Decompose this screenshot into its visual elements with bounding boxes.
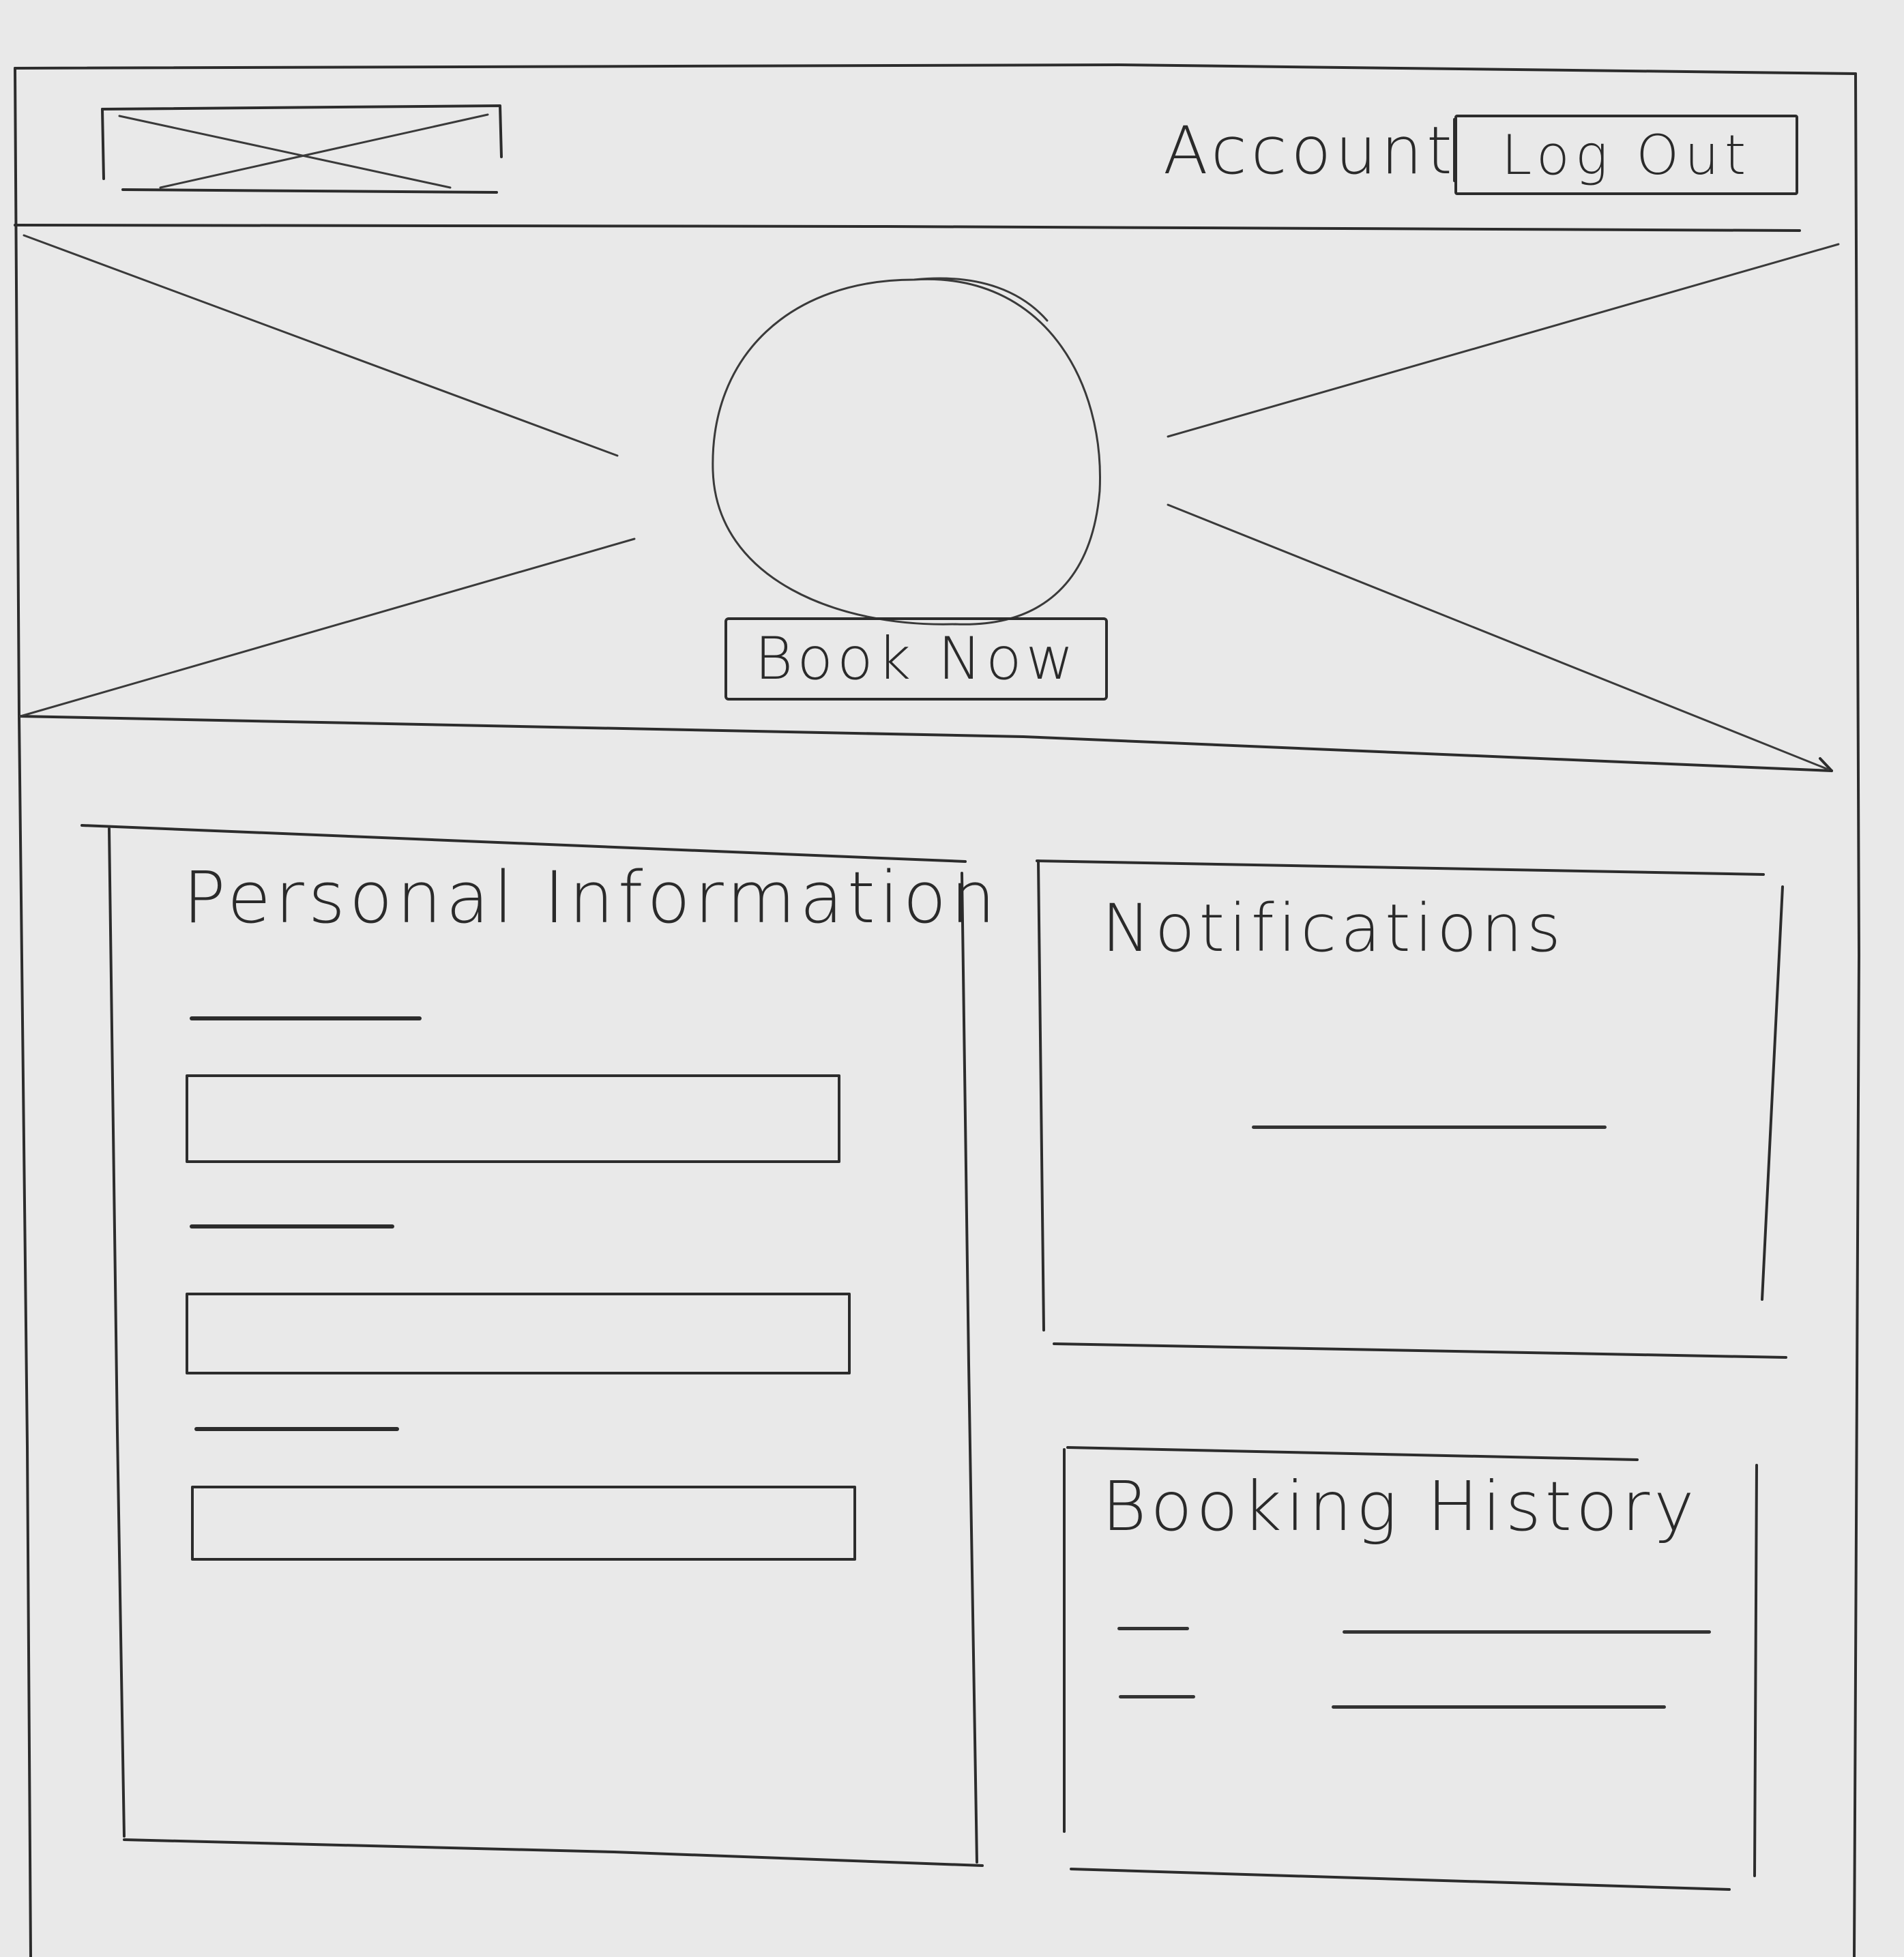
personal-info-field-label-3 <box>194 1427 399 1431</box>
booking-row-detail-1[interactable] <box>1343 1630 1711 1634</box>
account-link[interactable]: Account <box>1163 113 1456 189</box>
personal-information-title: Personal Information <box>183 856 1000 939</box>
personal-info-field-label-1 <box>190 1016 422 1020</box>
booking-row-date-1 <box>1117 1627 1189 1630</box>
logout-button[interactable]: Log Out <box>1454 115 1798 195</box>
book-now-button[interactable]: Book Now <box>724 617 1108 701</box>
personal-info-field-input-3[interactable] <box>191 1486 856 1561</box>
personal-info-field-input-1[interactable] <box>186 1074 840 1163</box>
logo-placeholder <box>101 104 503 194</box>
personal-info-field-input-2[interactable] <box>186 1293 851 1374</box>
page-border-top <box>14 63 1857 75</box>
booking-row-date-2 <box>1119 1695 1195 1698</box>
page-border-left <box>14 67 32 1957</box>
booking-history-title: Booking History <box>1102 1467 1699 1546</box>
header-divider <box>14 224 1801 232</box>
notification-item[interactable] <box>1252 1125 1607 1129</box>
wireframe-page: Account Log Out Book Now Personal Inform… <box>0 0 1904 1957</box>
personal-info-field-label-2 <box>190 1224 394 1228</box>
notifications-title: Notifications <box>1102 890 1565 967</box>
booking-row-detail-2[interactable] <box>1332 1705 1666 1709</box>
sketch-frame <box>14 63 1860 1957</box>
page-border-right <box>1853 72 1860 1957</box>
